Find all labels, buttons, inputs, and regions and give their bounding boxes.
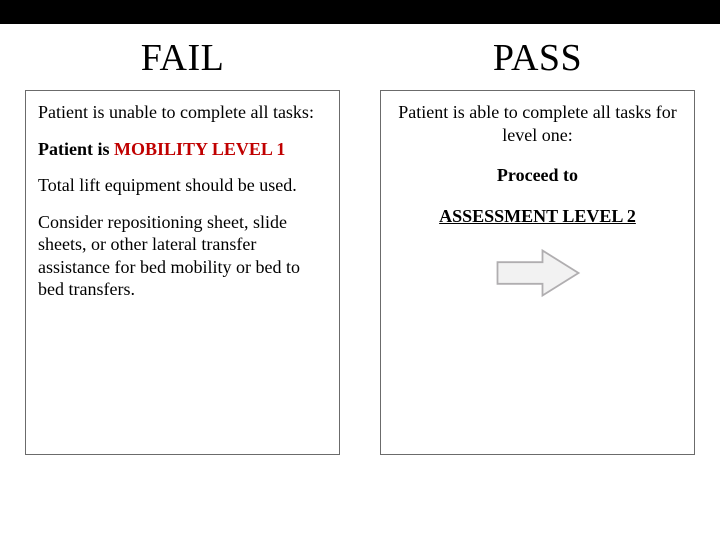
two-column-layout: FAIL Patient is unable to complete all t… (0, 24, 720, 455)
fail-heading: FAIL (141, 36, 225, 80)
pass-proceed-text: Proceed to (393, 164, 682, 187)
fail-column: FAIL Patient is unable to complete all t… (25, 24, 340, 455)
fail-mobility-level-1: MOBILITY LEVEL 1 (114, 139, 285, 159)
pass-assessment-level-2: ASSESSMENT LEVEL 2 (393, 205, 682, 228)
pass-able-text: Patient is able to complete all tasks fo… (393, 101, 682, 146)
fail-total-lift-text: Total lift equipment should be used. (38, 174, 327, 197)
arrow-container (393, 245, 682, 301)
pass-heading: PASS (493, 36, 582, 80)
right-arrow-icon (493, 245, 583, 301)
pass-column: PASS Patient is able to complete all tas… (380, 24, 695, 455)
fail-consider-text: Consider repositioning sheet, slide shee… (38, 211, 327, 301)
pass-content-box: Patient is able to complete all tasks fo… (380, 90, 695, 455)
fail-content-box: Patient is unable to complete all tasks:… (25, 90, 340, 455)
fail-mobility-level-line: Patient is MOBILITY LEVEL 1 (38, 138, 327, 161)
fail-mobility-prefix: Patient is (38, 139, 114, 159)
top-black-bar (0, 0, 720, 24)
fail-unable-text: Patient is unable to complete all tasks: (38, 101, 327, 124)
